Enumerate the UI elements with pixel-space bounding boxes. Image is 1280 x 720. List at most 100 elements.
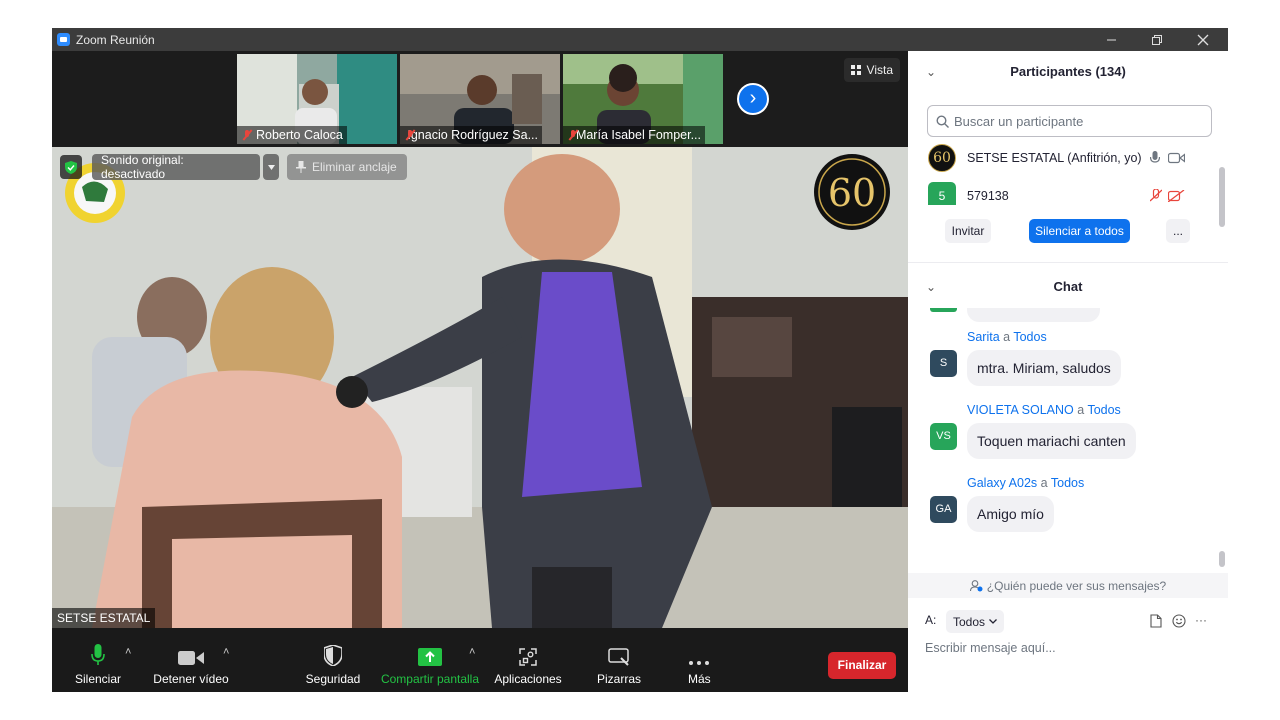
view-button[interactable]: Vista — [843, 58, 900, 82]
panel-divider — [908, 262, 1228, 263]
encryption-shield-icon[interactable] — [60, 155, 82, 179]
close-button[interactable] — [1180, 28, 1226, 51]
participant-name: SETSE ESTATAL (Anfitrión, yo) — [967, 151, 1142, 165]
more-button[interactable]: Más — [688, 644, 711, 686]
collapse-participants-chevron-icon[interactable]: ⌄ — [926, 51, 936, 93]
muted-mic-icon[interactable] — [1150, 189, 1162, 203]
side-panel: ⌄ Participantes (134) Buscar un particip… — [908, 51, 1228, 692]
participants-more-button[interactable]: ... — [1166, 219, 1190, 243]
muted-mic-icon — [241, 129, 253, 141]
chat-avatar — [930, 308, 957, 312]
more-dots-icon — [689, 661, 710, 665]
chevron-down-icon — [989, 619, 997, 624]
minimize-button[interactable] — [1088, 28, 1134, 51]
chat-messages: Sarita a Todos S mtra. Miriam, saludos V… — [908, 308, 1220, 570]
mute-button[interactable]: Silenciar — [74, 644, 122, 686]
chat-avatar: S — [930, 350, 957, 377]
more-label: Más — [688, 672, 711, 686]
chat-to-label: A: — [925, 613, 937, 627]
participant-avatar: 60 — [928, 144, 956, 172]
muted-mic-icon — [567, 129, 575, 141]
participant-thumbnail[interactable]: Ignacio Rodríguez Sa... — [400, 54, 560, 144]
mute-all-button[interactable]: Silenciar a todos — [1029, 219, 1130, 243]
chat-sender[interactable]: Sarita — [967, 330, 1000, 344]
stop-video-button[interactable]: Detener vídeo — [153, 644, 229, 686]
chat-recipient-select[interactable]: Todos — [946, 610, 1005, 633]
security-label: Seguridad — [305, 672, 361, 686]
zoom-window: Zoom Reunión Roberto Caloca Ignacio Rodr… — [52, 28, 1228, 692]
original-sound-label: Sonido original: desactivado — [101, 153, 184, 181]
participant-thumbnail[interactable]: María Isabel Fomper... — [563, 54, 723, 144]
chevron-down-icon — [267, 164, 275, 170]
microphone-icon — [91, 644, 105, 665]
thumbnail-name: María Isabel Fomper... — [575, 128, 701, 142]
original-sound-dropdown[interactable] — [263, 154, 279, 180]
collapse-chat-chevron-icon[interactable]: ⌄ — [926, 266, 936, 308]
apps-icon — [519, 648, 537, 666]
chat-visibility-note[interactable]: ¿Quién puede ver sus mensajes? — [908, 573, 1228, 598]
participant-name: 579138 — [967, 189, 1009, 203]
view-label: Vista — [866, 63, 893, 77]
chat-recipient[interactable]: Todos — [1087, 403, 1120, 417]
chat-composer-more-icon[interactable]: ··· — [1195, 613, 1207, 627]
chat-sender[interactable]: Galaxy A02s — [967, 476, 1037, 490]
chat-sender[interactable]: VIOLETA SOLANO — [967, 403, 1074, 417]
participant-list-scrollbar[interactable] — [1219, 167, 1225, 227]
video-off-icon[interactable] — [1168, 190, 1185, 202]
participant-avatar: 5 — [928, 182, 956, 205]
whiteboards-button[interactable]: Pizarras — [595, 644, 643, 686]
whiteboard-icon — [608, 648, 629, 666]
share-screen-label: Compartir pantalla — [380, 672, 480, 686]
restore-button[interactable] — [1134, 28, 1180, 51]
chat-recipient-value: Todos — [953, 614, 986, 629]
video-camera-icon[interactable] — [1168, 152, 1185, 164]
chat-bubble: Amigo mío — [967, 496, 1054, 532]
unpin-button[interactable]: Eliminar anclaje — [287, 154, 407, 180]
chat-message-header: VIOLETA SOLANO a Todos — [967, 403, 1121, 417]
microphone-icon[interactable] — [1150, 151, 1160, 165]
gallery-strip: Roberto Caloca Ignacio Rodríguez Sa... M… — [52, 51, 908, 147]
end-meeting-button[interactable]: Finalizar — [828, 652, 896, 679]
share-options-caret-icon[interactable]: ˄ — [469, 646, 475, 658]
share-screen-button[interactable]: Compartir pantalla — [379, 644, 481, 686]
chat-bubble — [967, 308, 1100, 322]
audio-options-caret-icon[interactable]: ˄ — [125, 646, 131, 658]
stop-video-label: Detener vídeo — [153, 672, 229, 686]
participant-search-input[interactable]: Buscar un participante — [927, 105, 1212, 137]
next-page-arrow-icon[interactable]: › — [737, 83, 769, 115]
video-options-caret-icon[interactable]: ˄ — [223, 646, 229, 658]
participant-thumbnail[interactable]: Roberto Caloca — [237, 54, 397, 144]
participant-row[interactable]: 5 579138 — [928, 181, 1208, 205]
chat-scrollbar[interactable] — [1219, 551, 1225, 567]
mute-label: Silenciar — [74, 672, 122, 686]
thumbnail-name: Roberto Caloca — [256, 128, 343, 142]
participant-row[interactable]: 60 SETSE ESTATAL (Anfitrión, yo) — [928, 143, 1208, 173]
whiteboards-label: Pizarras — [596, 672, 641, 686]
user-visibility-icon — [969, 579, 983, 591]
chat-recipient[interactable]: Todos — [1051, 476, 1084, 490]
meeting-toolbar: Silenciar ˄ Detener vídeo ˄ Seguridad Co… — [52, 628, 908, 692]
search-icon — [936, 114, 949, 128]
thumbnail-name: Ignacio Rodríguez Sa... — [407, 128, 538, 142]
invite-button[interactable]: Invitar — [945, 219, 991, 243]
file-icon[interactable] — [1150, 614, 1162, 628]
chat-avatar: GA — [930, 496, 957, 523]
chat-recipient[interactable]: Todos — [1013, 330, 1046, 344]
participant-list: 60 SETSE ESTATAL (Anfitrión, yo) 5 57913… — [908, 143, 1220, 205]
apps-button[interactable]: Aplicaciones — [493, 644, 563, 686]
chat-bubble: mtra. Miriam, saludos — [967, 350, 1121, 386]
apps-label: Aplicaciones — [494, 672, 562, 686]
security-button[interactable]: Seguridad — [305, 644, 361, 686]
visibility-note-label: ¿Quién puede ver sus mensajes? — [986, 578, 1167, 593]
pin-icon — [296, 161, 306, 173]
original-sound-toggle[interactable]: Sonido original: desactivado — [92, 153, 260, 181]
emoji-icon[interactable] — [1172, 614, 1186, 628]
chat-message-header: Sarita a Todos — [967, 330, 1047, 344]
chat-message-header: Galaxy A02s a Todos — [967, 476, 1085, 490]
participant-search-placeholder: Buscar un participante — [954, 113, 1084, 129]
chat-title: Chat — [1053, 279, 1083, 294]
zoom-app-icon — [57, 33, 70, 46]
chat-header: ⌄ Chat — [908, 266, 1228, 308]
chat-message-input[interactable]: Escribir mensaje aquí... — [925, 641, 1215, 661]
speaker-video-image: 60 — [52, 147, 908, 628]
